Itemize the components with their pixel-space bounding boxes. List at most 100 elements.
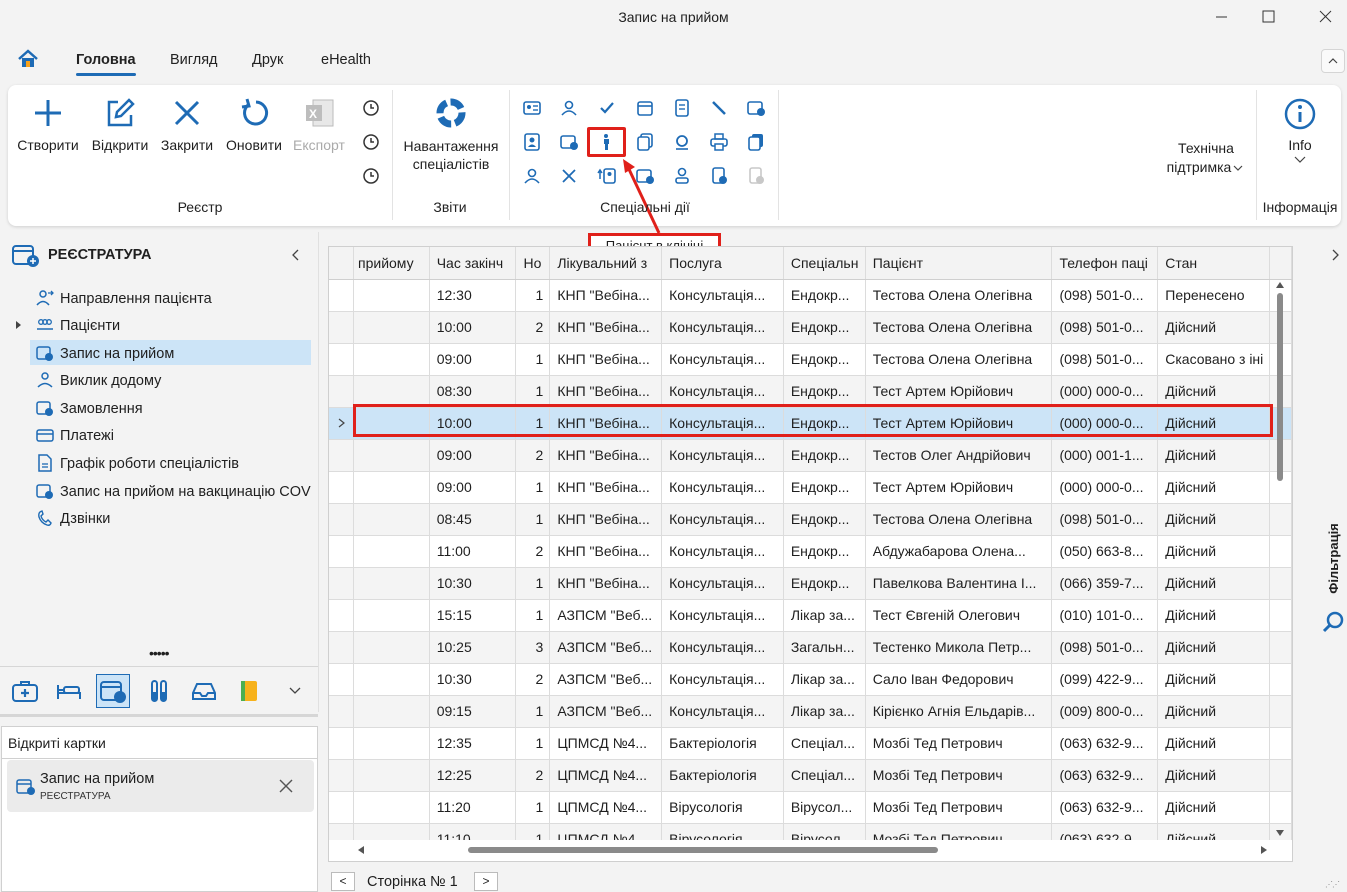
table-cell[interactable]: Консультація... bbox=[661, 503, 784, 536]
collapse-nav-button[interactable] bbox=[289, 248, 303, 262]
table-cell[interactable]: Консультація... bbox=[661, 695, 784, 728]
table-cell[interactable] bbox=[353, 439, 430, 472]
table-cell[interactable]: КНП "Вебіна... bbox=[549, 567, 663, 600]
table-cell[interactable]: 10:25 bbox=[429, 631, 517, 664]
table-cell[interactable]: (098) 501-0... bbox=[1051, 343, 1159, 376]
table-row[interactable]: 08:45 1 КНП "Вебіна... Консультація... Ендок… bbox=[329, 503, 1292, 536]
filter-side-tab[interactable]: Фільтрація bbox=[1318, 510, 1347, 640]
table-cell[interactable]: Дійсний bbox=[1157, 535, 1271, 568]
table-row[interactable]: 12:35 1 ЦПМСД №4... Бактеріологія Спеціал...… bbox=[329, 727, 1292, 760]
table-row[interactable]: 11:00 2 КНП "Вебіна... Консультація... Ендок… bbox=[329, 535, 1292, 568]
clock-icon[interactable] bbox=[360, 97, 382, 119]
row-indicator[interactable] bbox=[329, 759, 354, 792]
table-cell[interactable]: Дійсний bbox=[1157, 599, 1271, 632]
row-indicator[interactable] bbox=[329, 343, 354, 376]
table-row[interactable]: 12:30 1 КНП "Вебіна... Консультація... Ендок… bbox=[329, 279, 1292, 312]
nav-item-appointment[interactable]: Запис на прийом bbox=[60, 342, 174, 366]
tab-view[interactable]: Вигляд bbox=[170, 52, 218, 68]
table-row[interactable]: 10:30 2 АЗПСМ "Веб... Консультація... Лікар … bbox=[329, 663, 1292, 696]
column-header[interactable]: Но bbox=[515, 247, 551, 280]
contact-card-icon[interactable] bbox=[521, 131, 543, 153]
horizontal-scrollbar-thumb[interactable] bbox=[468, 847, 938, 853]
table-cell[interactable]: Дійсний bbox=[1157, 759, 1271, 792]
printer-icon[interactable] bbox=[708, 131, 730, 153]
table-cell[interactable]: Кірієнко Агнія Ельдарів... bbox=[865, 695, 1053, 728]
table-cell[interactable]: (098) 501-0... bbox=[1051, 279, 1159, 312]
table-cell[interactable]: 2 bbox=[515, 311, 551, 344]
row-indicator-header[interactable] bbox=[329, 247, 354, 280]
column-header[interactable]: Час закінч bbox=[429, 247, 517, 280]
person-icon[interactable] bbox=[671, 165, 693, 187]
row-indicator[interactable] bbox=[329, 663, 354, 696]
table-cell[interactable]: АЗПСМ "Веб... bbox=[549, 599, 663, 632]
user-remove-icon[interactable] bbox=[558, 97, 580, 119]
table-cell[interactable]: 09:00 bbox=[429, 439, 517, 472]
column-header[interactable]: Пацієнт bbox=[865, 247, 1053, 280]
table-cell[interactable]: Дійсний bbox=[1157, 471, 1271, 504]
resize-grip[interactable]: ⋰⋰ bbox=[1325, 880, 1345, 890]
scroll-down-arrow[interactable] bbox=[1275, 829, 1285, 837]
table-cell[interactable]: Дійсний bbox=[1157, 631, 1271, 664]
table-cell[interactable]: Дійсний bbox=[1157, 695, 1271, 728]
row-indicator[interactable] bbox=[329, 791, 354, 824]
table-cell[interactable] bbox=[353, 343, 430, 376]
table-cell[interactable]: Ендокр... bbox=[783, 471, 866, 504]
medical-kit-icon[interactable] bbox=[8, 674, 42, 708]
table-cell[interactable]: Дійсний bbox=[1157, 375, 1271, 408]
table-cell[interactable]: 1 bbox=[515, 279, 551, 312]
table-cell[interactable]: 1 bbox=[515, 695, 551, 728]
row-indicator[interactable] bbox=[329, 631, 354, 664]
column-header[interactable]: Телефон паці bbox=[1051, 247, 1159, 280]
table-cell[interactable]: 1 bbox=[515, 567, 551, 600]
table-row[interactable]: 15:15 1 АЗПСМ "Веб... Консультація... Лікар … bbox=[329, 599, 1292, 632]
close-card-icon[interactable] bbox=[278, 778, 294, 794]
user-add-icon[interactable] bbox=[521, 165, 543, 187]
tab-print[interactable]: Друк bbox=[252, 52, 283, 68]
table-cell[interactable]: Спеціал... bbox=[783, 759, 866, 792]
table-cell[interactable]: Консультація... bbox=[661, 599, 784, 632]
table-cell[interactable]: Скасовано з іні bbox=[1157, 343, 1271, 376]
open-button[interactable]: Відкрити bbox=[86, 97, 154, 167]
table-cell[interactable] bbox=[353, 791, 430, 824]
copy-icon[interactable] bbox=[634, 131, 656, 153]
column-header[interactable]: Лікувальний з bbox=[549, 247, 663, 280]
table-cell[interactable] bbox=[353, 599, 430, 632]
nav-item-home-visit[interactable]: Виклик додому bbox=[60, 369, 161, 393]
table-row[interactable]: 09:00 1 КНП "Вебіна... Консультація... Ендок… bbox=[329, 343, 1292, 376]
table-cell[interactable]: Павелкова Валентина І... bbox=[865, 567, 1053, 600]
table-cell[interactable] bbox=[353, 727, 430, 760]
table-cell[interactable]: 08:30 bbox=[429, 375, 517, 408]
table-cell[interactable]: Вірусологія bbox=[661, 791, 784, 824]
row-indicator[interactable] bbox=[329, 471, 354, 504]
registry-module-icon[interactable] bbox=[96, 674, 130, 708]
table-cell[interactable] bbox=[353, 631, 430, 664]
table-cell[interactable]: Тест Артем Юрійович bbox=[865, 375, 1053, 408]
table-cell[interactable]: КНП "Вебіна... bbox=[549, 343, 663, 376]
table-cell[interactable]: Тестов Олег Андрійович bbox=[865, 439, 1053, 472]
table-cell[interactable]: 10:00 bbox=[429, 311, 517, 344]
table-cell[interactable]: Дійсний bbox=[1157, 727, 1271, 760]
row-indicator[interactable] bbox=[329, 599, 354, 632]
table-cell[interactable]: КНП "Вебіна... bbox=[549, 439, 663, 472]
documents-icon[interactable] bbox=[745, 131, 767, 153]
table-cell[interactable]: (010) 101-0... bbox=[1051, 599, 1159, 632]
table-cell[interactable]: Ендокр... bbox=[783, 503, 866, 536]
column-header[interactable]: прийому bbox=[353, 247, 430, 280]
refresh-button[interactable]: Оновити bbox=[220, 97, 288, 167]
table-cell[interactable] bbox=[353, 279, 430, 312]
table-cell[interactable]: КНП "Вебіна... bbox=[549, 471, 663, 504]
table-cell[interactable] bbox=[353, 567, 430, 600]
table-cell[interactable]: Ендокр... bbox=[783, 279, 866, 312]
table-row[interactable]: 08:30 1 КНП "Вебіна... Консультація... Ендок… bbox=[329, 375, 1292, 408]
table-cell[interactable]: (000) 001-1... bbox=[1051, 439, 1159, 472]
table-cell[interactable]: 09:15 bbox=[429, 695, 517, 728]
table-cell[interactable]: Консультація... bbox=[661, 663, 784, 696]
table-cell[interactable]: 1 bbox=[515, 503, 551, 536]
table-cell[interactable]: 10:30 bbox=[429, 663, 517, 696]
nav-item-orders[interactable]: Замовлення bbox=[60, 397, 143, 421]
table-cell[interactable]: 12:30 bbox=[429, 279, 517, 312]
scroll-right-arrow[interactable] bbox=[1260, 845, 1268, 855]
table-cell[interactable]: (050) 663-8... bbox=[1051, 535, 1159, 568]
table-cell[interactable]: 3 bbox=[515, 631, 551, 664]
clock-icon[interactable] bbox=[360, 165, 382, 187]
